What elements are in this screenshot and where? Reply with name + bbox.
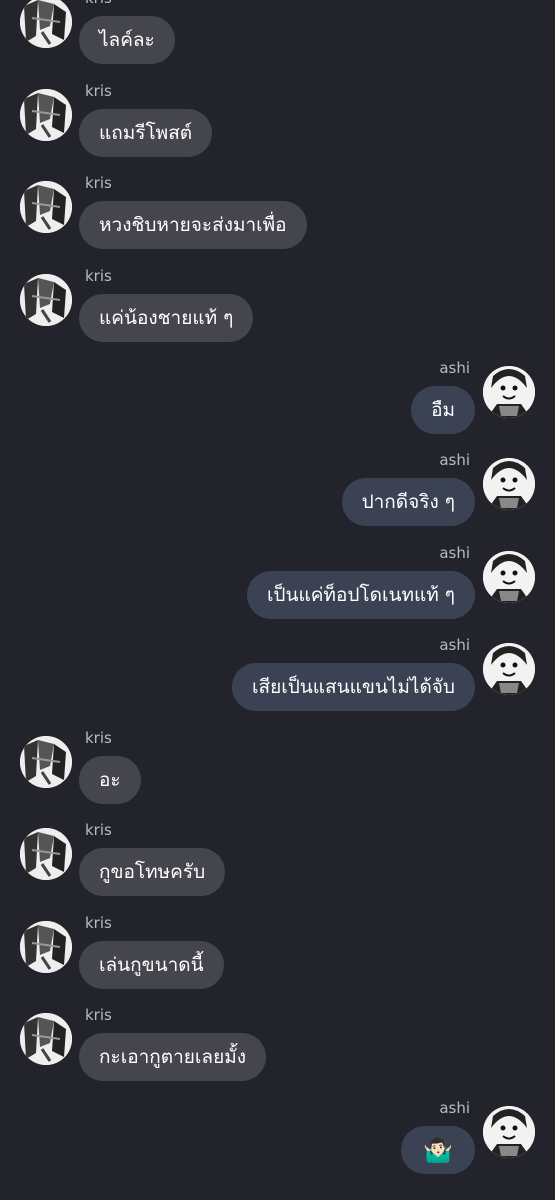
message-row: ashi อืม	[0, 359, 555, 446]
sender-name: kris	[85, 174, 112, 192]
message-bubble[interactable]: อืม	[411, 386, 475, 434]
message-row: ashi เป็นแค่ท็อปโดเนทแท้ ๆ	[0, 544, 555, 631]
kris-avatar-icon[interactable]	[20, 828, 72, 880]
sender-name: ashi	[439, 451, 470, 469]
message-row: ashi 🤷🏻‍♂️	[0, 1099, 555, 1186]
kris-avatar-icon[interactable]	[20, 921, 72, 973]
message-bubble[interactable]: เป็นแค่ท็อปโดเนทแท้ ๆ	[246, 571, 475, 619]
message-bubble[interactable]: ไลค์ละ	[79, 16, 175, 64]
sender-name: kris	[85, 914, 112, 932]
message-bubble[interactable]: หวงชิบหายจะส่งมาเพื่อ	[79, 201, 307, 249]
message-bubble[interactable]: แถมรีโพสต์	[79, 109, 213, 157]
message-bubble[interactable]: อะ	[79, 756, 141, 804]
sender-name: ashi	[439, 1099, 470, 1117]
sender-name: ashi	[439, 544, 470, 562]
message-bubble[interactable]: เล่นกูขนาดนี้	[79, 941, 224, 989]
sender-name: ashi	[439, 636, 470, 654]
message-row: kris กูขอโทษครับ	[0, 821, 555, 908]
sender-name: kris	[85, 267, 112, 285]
message-bubble[interactable]: แค่น้องชายแท้ ๆ	[79, 294, 254, 342]
message-row: kris อะ	[0, 729, 555, 816]
sender-name: kris	[85, 729, 112, 747]
message-row: kris ไลค์ละ	[0, 0, 555, 76]
message-bubble[interactable]: เสียเป็นแสนแขนไม่ได้จับ	[232, 663, 475, 711]
chat-thread: kris ไลค์ละ kris แถมรีโพสต์ kris หวงชิบห…	[0, 0, 555, 1200]
sender-name: kris	[85, 821, 112, 839]
ashi-avatar-icon[interactable]	[483, 1106, 535, 1158]
message-bubble[interactable]: 🤷🏻‍♂️	[401, 1126, 475, 1174]
message-row: kris เล่นกูขนาดนี้	[0, 914, 555, 1001]
message-row: ashi ปากดีจริง ๆ	[0, 451, 555, 538]
kris-avatar-icon[interactable]	[20, 1013, 72, 1065]
ashi-avatar-icon[interactable]	[483, 643, 535, 695]
message-bubble[interactable]: กูขอโทษครับ	[79, 848, 226, 896]
ashi-avatar-icon[interactable]	[483, 366, 535, 418]
ashi-avatar-icon[interactable]	[483, 458, 535, 510]
message-row: kris หวงชิบหายจะส่งมาเพื่อ	[0, 174, 555, 261]
kris-avatar-icon[interactable]	[20, 0, 72, 48]
kris-avatar-icon[interactable]	[20, 89, 72, 141]
sender-name: kris	[85, 0, 112, 8]
message-row: ashi เสียเป็นแสนแขนไม่ได้จับ	[0, 636, 555, 723]
kris-avatar-icon[interactable]	[20, 736, 72, 788]
ashi-avatar-icon[interactable]	[483, 551, 535, 603]
message-bubble[interactable]: กะเอากูตายเลยมั้ง	[79, 1033, 266, 1081]
message-row: kris แค่น้องชายแท้ ๆ	[0, 267, 555, 354]
message-bubble[interactable]: ปากดีจริง ๆ	[341, 478, 475, 526]
kris-avatar-icon[interactable]	[20, 181, 72, 233]
kris-avatar-icon[interactable]	[20, 274, 72, 326]
sender-name: kris	[85, 1006, 112, 1024]
sender-name: kris	[85, 82, 112, 100]
message-row: kris กะเอากูตายเลยมั้ง	[0, 1006, 555, 1093]
sender-name: ashi	[439, 359, 470, 377]
message-row: kris แถมรีโพสต์	[0, 82, 555, 169]
